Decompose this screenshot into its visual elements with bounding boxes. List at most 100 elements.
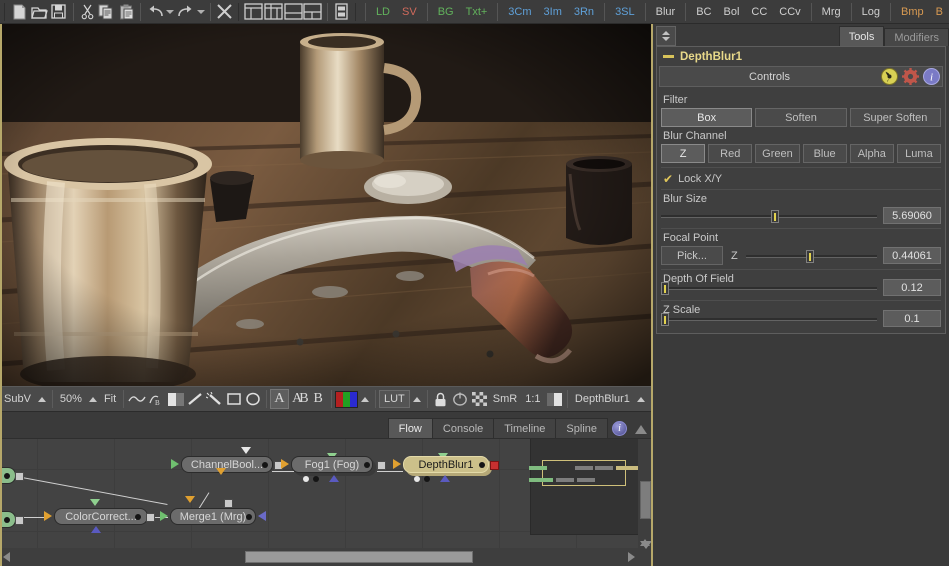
open-folder-icon[interactable]: [29, 1, 49, 23]
rectangle-tool-icon[interactable]: [224, 389, 243, 409]
zoom-level[interactable]: 50%: [56, 393, 86, 405]
channelbool-input-green-icon[interactable]: [171, 459, 179, 469]
padlock-icon[interactable]: [431, 389, 450, 409]
undo-arrow-icon[interactable]: [145, 1, 165, 23]
panel-tab-modifiers[interactable]: Modifiers: [884, 28, 949, 46]
scroll-left-icon[interactable]: [3, 552, 10, 562]
image-viewer[interactable]: [0, 24, 653, 386]
rotate-icon[interactable]: [450, 389, 469, 409]
checkerboard-icon[interactable]: [469, 389, 488, 409]
navigator-viewport-box[interactable]: [542, 460, 626, 486]
controls-tab[interactable]: Controls: [660, 71, 879, 83]
tool-header[interactable]: DepthBlur1: [657, 47, 945, 66]
flow-tab-spline[interactable]: Spline: [555, 418, 608, 438]
blur-size-slider-handle[interactable]: [771, 209, 780, 223]
ellipse-tool-icon[interactable]: [243, 389, 262, 409]
tool-shortcut-bg[interactable]: BG: [432, 1, 460, 23]
clipboard-icon[interactable]: [117, 1, 137, 23]
smooth-resize-button[interactable]: SmR: [489, 393, 521, 405]
flow-tab-console[interactable]: Console: [431, 418, 495, 438]
tool-shortcut-ld[interactable]: LD: [370, 1, 396, 23]
channelbool-mask-input-icon[interactable]: [216, 468, 226, 475]
channel-option-luma[interactable]: Luma: [896, 144, 942, 163]
redo-arrow-icon[interactable]: [176, 1, 196, 23]
layout-vertical-split-icon[interactable]: [244, 1, 264, 23]
info-icon[interactable]: i: [921, 68, 941, 86]
common-controls-icon[interactable]: [879, 68, 899, 86]
panel-collapse-icon[interactable]: [635, 425, 647, 434]
lut-button[interactable]: LUT: [378, 390, 410, 408]
merge-upstream-handle[interactable]: [224, 499, 233, 508]
blur-size-slider[interactable]: [661, 209, 877, 223]
scissors-icon[interactable]: [78, 1, 98, 23]
merge-input-green-icon[interactable]: [160, 511, 168, 521]
info-icon[interactable]: i: [612, 421, 627, 436]
colorcorrect-node[interactable]: ColorCorrect...: [54, 508, 148, 525]
channel-option-green[interactable]: Green: [755, 144, 800, 163]
new-document-icon[interactable]: [10, 1, 30, 23]
z-scale-slider[interactable]: [661, 312, 877, 326]
tool-shortcut-b[interactable]: B: [930, 1, 949, 23]
focal-point-value[interactable]: 0.44061: [883, 247, 941, 264]
spline-curve-icon[interactable]: [127, 389, 146, 409]
toolbar-grip[interactable]: [2, 2, 8, 22]
tool-shortcut-ccv[interactable]: CCv: [773, 1, 806, 23]
flow-vscroll-thumb[interactable]: [640, 481, 651, 519]
depth-of-field-slider-handle[interactable]: [661, 281, 670, 295]
subview-label[interactable]: SubV: [0, 393, 35, 405]
channel-option-red[interactable]: Red: [708, 144, 753, 163]
wand-tool-icon[interactable]: [205, 389, 224, 409]
filter-option-soften[interactable]: Soften: [755, 108, 847, 127]
layout-three-pane-icon[interactable]: [264, 1, 284, 23]
layout-quad-icon[interactable]: [303, 1, 323, 23]
channel-b-button[interactable]: B: [309, 389, 328, 409]
depthblur-input-arrow-icon[interactable]: [393, 459, 401, 469]
channel-option-blue[interactable]: Blue: [802, 144, 847, 163]
depthblur-mask-input-icon[interactable]: [440, 475, 450, 482]
subview-dropdown-icon[interactable]: [37, 396, 46, 402]
focal-point-slider-handle[interactable]: [806, 249, 815, 263]
tool-shortcut-3sl[interactable]: 3SL: [609, 1, 641, 23]
tool-shortcut-txt[interactable]: Txt+: [460, 1, 494, 23]
colorcorrect-input-green-icon[interactable]: [90, 499, 100, 506]
focal-point-slider[interactable]: [745, 249, 878, 263]
node-output-handle[interactable]: [15, 472, 24, 481]
rgb-dropdown-icon[interactable]: [360, 396, 369, 402]
tool-shortcut-bol[interactable]: Bol: [717, 1, 745, 23]
fog-input-arrow-icon[interactable]: [281, 459, 289, 469]
channel-option-alpha[interactable]: Alpha: [849, 144, 894, 163]
toolbar-grip[interactable]: [353, 2, 359, 22]
lock-xy-checkbox[interactable]: ✔ Lock X/Y: [663, 173, 941, 185]
depth-of-field-slider[interactable]: [661, 281, 877, 295]
panel-spinner-control[interactable]: [656, 26, 676, 46]
fog-mask-input-icon[interactable]: [329, 475, 339, 482]
flow-horizontal-scrollbar[interactable]: [0, 548, 638, 566]
pick-button[interactable]: Pick...: [661, 246, 723, 265]
tool-shortcut-mrg[interactable]: Mrg: [816, 1, 847, 23]
channelbool-node[interactable]: ChannelBool...: [181, 456, 273, 473]
panel-tab-tools[interactable]: Tools: [838, 26, 885, 46]
tool-shortcut-blur[interactable]: Blur: [650, 1, 682, 23]
merge-node[interactable]: Merge1 (Mrg): [170, 508, 256, 525]
channel-a-button[interactable]: A: [269, 389, 290, 409]
filter-option-box[interactable]: Box: [661, 108, 753, 127]
filter-option-super-soften[interactable]: Super Soften: [849, 108, 941, 127]
fit-button[interactable]: Fit: [100, 393, 120, 405]
node-output-handle[interactable]: [15, 516, 24, 525]
colorcorrect-input-arrow-icon[interactable]: [44, 511, 52, 521]
zoom-dropdown-icon[interactable]: [88, 396, 97, 402]
layout-horizontal-split-icon[interactable]: [283, 1, 303, 23]
pixel-ratio-label[interactable]: 1:1: [521, 393, 544, 405]
chevron-down-icon[interactable]: [165, 1, 176, 23]
collapse-icon[interactable]: [663, 55, 674, 58]
copy-icon[interactable]: [97, 1, 117, 23]
flow-hscroll-thumb[interactable]: [245, 551, 473, 563]
lut-dropdown-icon[interactable]: [412, 396, 421, 402]
tool-shortcut-3cm[interactable]: 3Cm: [502, 1, 537, 23]
z-scale-slider-handle[interactable]: [661, 312, 670, 326]
panel-toggle-icon[interactable]: [332, 1, 352, 23]
blur-size-value[interactable]: 5.69060: [883, 207, 941, 224]
chevron-down-icon[interactable]: [195, 1, 206, 23]
tool-shortcut-bc[interactable]: BC: [690, 1, 717, 23]
tool-shortcut-cc[interactable]: CC: [745, 1, 773, 23]
